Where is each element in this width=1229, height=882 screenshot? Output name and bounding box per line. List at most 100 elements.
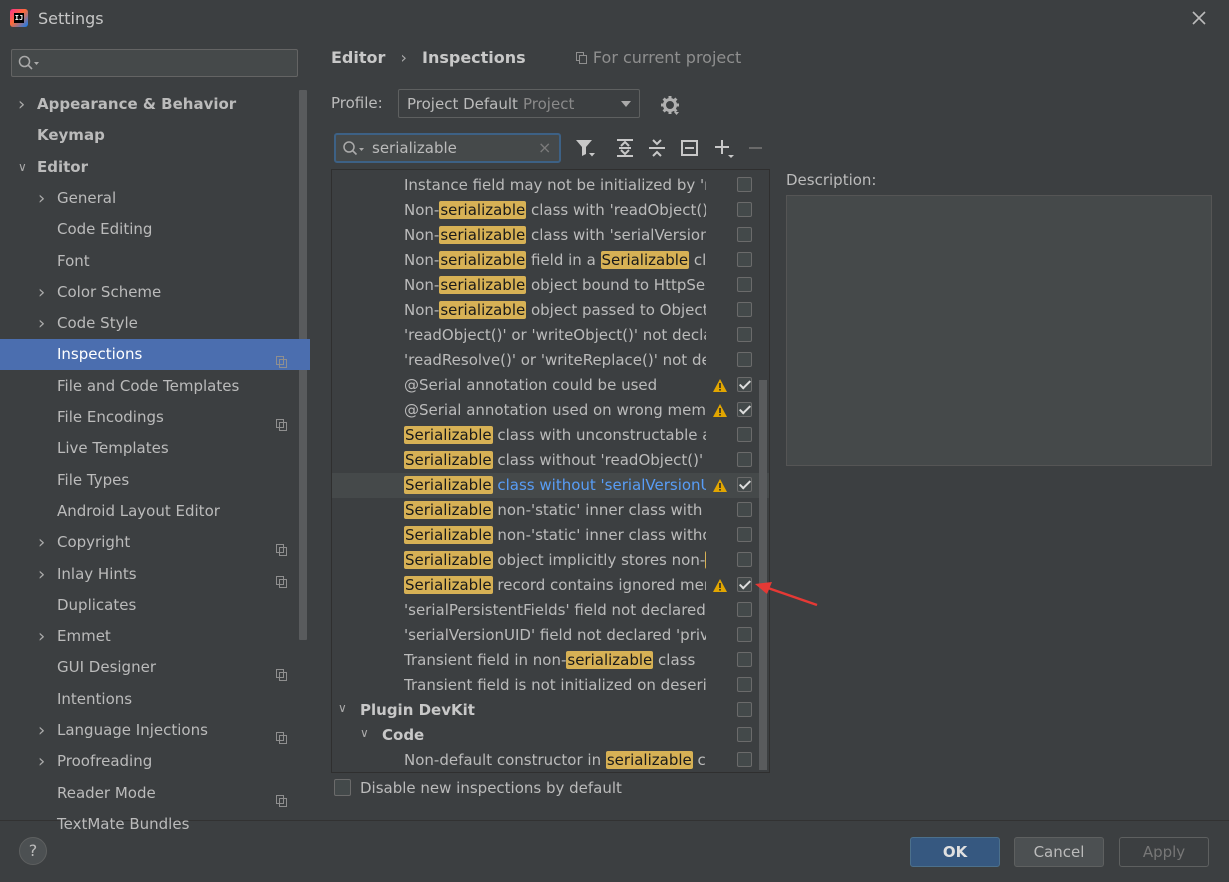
sidebar-item-android-layout-editor[interactable]: Android Layout Editor bbox=[0, 496, 310, 527]
chevron-down-icon[interactable]: ∨ bbox=[360, 726, 369, 740]
cancel-button[interactable]: Cancel bbox=[1014, 837, 1104, 867]
reset-button[interactable] bbox=[679, 137, 701, 159]
inspection-checkbox[interactable] bbox=[737, 402, 752, 417]
inspection-row[interactable]: @Serial annotation used on wrong memb bbox=[332, 398, 769, 423]
inspection-group[interactable]: ∨ Plugin DevKit bbox=[332, 698, 769, 723]
inspection-row[interactable]: Serializable non-'static' inner class wi… bbox=[332, 498, 769, 523]
inspection-row[interactable]: Serializable record contains ignored mem bbox=[332, 573, 769, 598]
chevron-right-icon[interactable]: › bbox=[38, 746, 52, 777]
sidebar-item-keymap[interactable]: Keymap bbox=[0, 120, 310, 151]
inspection-row[interactable]: Non-serializable field in a Serializable… bbox=[332, 248, 769, 273]
inspection-checkbox[interactable] bbox=[737, 602, 752, 617]
inspection-checkbox[interactable] bbox=[737, 252, 752, 267]
breadcrumb-parent[interactable]: Editor bbox=[331, 48, 385, 67]
apply-button[interactable]: Apply bbox=[1119, 837, 1209, 867]
inspection-checkbox[interactable] bbox=[737, 627, 752, 642]
inspection-row[interactable]: Serializable class without 'serialVersio… bbox=[332, 473, 769, 498]
sidebar-item-proofreading[interactable]: › Proofreading bbox=[0, 746, 310, 777]
close-window-button[interactable] bbox=[1187, 6, 1211, 30]
inspection-row[interactable]: Transient field in non-serializable clas… bbox=[332, 648, 769, 673]
inspection-checkbox[interactable] bbox=[737, 377, 752, 392]
chevron-right-icon[interactable]: › bbox=[18, 89, 32, 120]
chevron-right-icon[interactable]: › bbox=[38, 715, 52, 746]
inspection-row[interactable]: Serializable class with unconstructable … bbox=[332, 423, 769, 448]
profile-dropdown[interactable]: Project Default Project bbox=[398, 89, 640, 118]
chevron-right-icon[interactable]: › bbox=[38, 621, 52, 652]
chevron-right-icon[interactable]: › bbox=[38, 183, 52, 214]
inspection-row[interactable]: Non-default constructor in serializable … bbox=[332, 748, 769, 772]
sidebar-item-duplicates[interactable]: Duplicates bbox=[0, 590, 310, 621]
disable-new-inspections-label[interactable]: Disable new inspections by default bbox=[360, 779, 622, 797]
inspection-row[interactable]: Transient field is not initialized on de… bbox=[332, 673, 769, 698]
inspection-row[interactable]: Non-serializable class with 'readObject(… bbox=[332, 198, 769, 223]
sidebar-item-font[interactable]: Font bbox=[0, 246, 310, 277]
inspection-row[interactable]: 'readResolve()' or 'writeReplace()' not … bbox=[332, 348, 769, 373]
inspection-row[interactable]: 'serialPersistentFields' field not decla… bbox=[332, 598, 769, 623]
inspection-filter-input[interactable] bbox=[372, 138, 532, 158]
inspection-row[interactable]: Instance field may not be initialized by… bbox=[332, 173, 769, 198]
sidebar-item-code-editing[interactable]: Code Editing bbox=[0, 214, 310, 245]
inspection-filter[interactable]: × bbox=[334, 133, 561, 163]
inspection-row[interactable]: Non-serializable class with 'serialVersi… bbox=[332, 223, 769, 248]
chevron-right-icon[interactable]: › bbox=[38, 527, 52, 558]
settings-search-input[interactable] bbox=[11, 49, 298, 77]
inspection-checkbox[interactable] bbox=[737, 577, 752, 592]
chevron-right-icon[interactable]: › bbox=[38, 308, 52, 339]
inspection-checkbox[interactable] bbox=[737, 427, 752, 442]
sidebar-item-gui-designer[interactable]: GUI Designer bbox=[0, 652, 310, 683]
help-button[interactable]: ? bbox=[19, 837, 47, 865]
sidebar-item-general[interactable]: › General bbox=[0, 183, 310, 214]
sidebar-item-inspections[interactable]: Inspections bbox=[0, 339, 310, 371]
inspections-scrollbar[interactable] bbox=[759, 380, 767, 770]
profile-settings-button[interactable] bbox=[660, 95, 680, 119]
inspection-checkbox[interactable] bbox=[737, 477, 752, 492]
inspection-row[interactable]: Non-serializable object bound to HttpSes bbox=[332, 273, 769, 298]
inspection-checkbox[interactable] bbox=[737, 752, 752, 767]
inspection-row[interactable]: @Serial annotation could be used bbox=[332, 373, 769, 398]
sidebar-item-textmate-bundles[interactable]: TextMate Bundles bbox=[0, 809, 310, 840]
expand-all-button[interactable] bbox=[614, 137, 636, 159]
inspection-row[interactable]: 'readObject()' or 'writeObject()' not de… bbox=[332, 323, 769, 348]
disable-new-inspections-checkbox[interactable] bbox=[334, 779, 351, 796]
inspection-row[interactable]: 'serialVersionUID' field not declared 'p… bbox=[332, 623, 769, 648]
inspection-row[interactable]: Serializable non-'static' inner class wi… bbox=[332, 523, 769, 548]
inspection-group[interactable]: ∨ Code bbox=[332, 723, 769, 748]
inspection-checkbox[interactable] bbox=[737, 702, 752, 717]
inspection-checkbox[interactable] bbox=[737, 502, 752, 517]
inspection-row[interactable]: Serializable class without 'readObject()… bbox=[332, 448, 769, 473]
filter-button[interactable] bbox=[574, 137, 596, 159]
sidebar-item-inlay-hints[interactable]: › Inlay Hints bbox=[0, 559, 310, 590]
sidebar-item-reader-mode[interactable]: Reader Mode bbox=[0, 778, 310, 809]
inspection-checkbox[interactable] bbox=[737, 452, 752, 467]
ok-button[interactable]: OK bbox=[910, 837, 1000, 867]
inspection-row[interactable]: Non-serializable object passed to Object… bbox=[332, 298, 769, 323]
inspection-checkbox[interactable] bbox=[737, 202, 752, 217]
remove-button[interactable] bbox=[746, 137, 768, 159]
inspection-checkbox[interactable] bbox=[737, 327, 752, 342]
sidebar-item-code-style[interactable]: › Code Style bbox=[0, 308, 310, 339]
add-button[interactable] bbox=[712, 137, 734, 159]
sidebar-item-appearance-behavior[interactable]: › Appearance & Behavior bbox=[0, 89, 310, 120]
sidebar-item-file-encodings[interactable]: File Encodings bbox=[0, 402, 310, 433]
sidebar-item-color-scheme[interactable]: › Color Scheme bbox=[0, 277, 310, 308]
sidebar-item-emmet[interactable]: › Emmet bbox=[0, 621, 310, 652]
sidebar-item-live-templates[interactable]: Live Templates bbox=[0, 433, 310, 464]
sidebar-item-copyright[interactable]: › Copyright bbox=[0, 527, 310, 558]
chevron-down-icon[interactable]: ∨ bbox=[338, 701, 347, 715]
clear-filter-icon[interactable]: × bbox=[538, 138, 551, 157]
chevron-down-icon[interactable]: ∨ bbox=[18, 152, 32, 183]
inspection-row[interactable]: Serializable object implicitly stores no… bbox=[332, 548, 769, 573]
collapse-all-button[interactable] bbox=[646, 137, 668, 159]
chevron-right-icon[interactable]: › bbox=[38, 559, 52, 590]
sidebar-item-editor[interactable]: ∨ Editor bbox=[0, 152, 310, 183]
inspection-checkbox[interactable] bbox=[737, 527, 752, 542]
sidebar-item-file-and-code-templates[interactable]: File and Code Templates bbox=[0, 371, 310, 402]
inspection-checkbox[interactable] bbox=[737, 677, 752, 692]
chevron-right-icon[interactable]: › bbox=[38, 277, 52, 308]
inspection-checkbox[interactable] bbox=[737, 227, 752, 242]
inspection-checkbox[interactable] bbox=[737, 302, 752, 317]
inspection-checkbox[interactable] bbox=[737, 352, 752, 367]
inspection-checkbox[interactable] bbox=[737, 277, 752, 292]
sidebar-item-intentions[interactable]: Intentions bbox=[0, 684, 310, 715]
sidebar-item-file-types[interactable]: File Types bbox=[0, 465, 310, 496]
